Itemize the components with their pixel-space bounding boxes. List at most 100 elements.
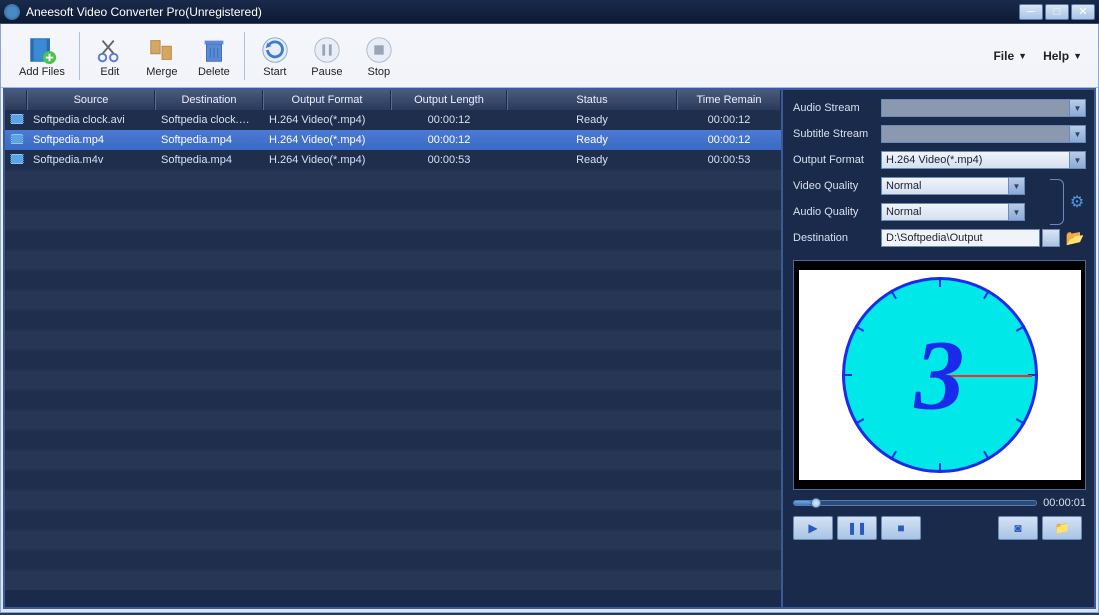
empty-row [5, 190, 781, 210]
empty-row [5, 270, 781, 290]
cell [5, 154, 27, 167]
start-button[interactable]: Start [249, 32, 301, 80]
play-button[interactable]: ▶ [793, 516, 833, 540]
add-files-label: Add Files [19, 66, 65, 78]
subtitle-stream-combo[interactable]: ▼ [881, 125, 1086, 143]
gear-icon[interactable]: ⚙ [1068, 193, 1086, 211]
table-row[interactable]: Softpedia clock.aviSoftpedia clock.mp4H.… [5, 110, 781, 130]
preview-controls: ▶ ❚❚ ■ ◙ 📁 [793, 516, 1086, 540]
empty-row [5, 310, 781, 330]
seek-track[interactable] [793, 500, 1037, 506]
chevron-down-icon: ▼ [1008, 204, 1024, 220]
cell: H.264 Video(*.mp4) [263, 134, 391, 146]
empty-row [5, 370, 781, 390]
audio-quality-combo[interactable]: Normal▼ [881, 203, 1025, 221]
chevron-down-icon: ▼ [1008, 178, 1024, 194]
app-icon [4, 4, 20, 20]
col-source[interactable]: Source [27, 90, 155, 110]
preview-stop-button[interactable]: ■ [881, 516, 921, 540]
film-icon [11, 154, 23, 164]
col-output-format[interactable]: Output Format [263, 90, 391, 110]
video-quality-label: Video Quality [793, 180, 881, 192]
cell: 00:00:53 [677, 154, 781, 166]
snapshot-button[interactable]: ◙ [998, 516, 1038, 540]
empty-row [5, 330, 781, 350]
film-icon [11, 134, 23, 144]
delete-label: Delete [198, 66, 230, 78]
empty-row [5, 430, 781, 450]
col-checkbox[interactable] [5, 90, 27, 110]
empty-row [5, 170, 781, 190]
caret-down-icon: ▼ [1018, 51, 1027, 61]
file-list-pane: Source Destination Output Format Output … [5, 90, 781, 607]
open-folder-button[interactable]: 📂 [1064, 229, 1086, 247]
cell: H.264 Video(*.mp4) [263, 154, 391, 166]
browse-button[interactable]: … [1042, 229, 1060, 247]
col-status[interactable]: Status [507, 90, 677, 110]
seek-thumb[interactable] [811, 498, 821, 508]
cell: Ready [507, 114, 677, 126]
edit-button[interactable]: Edit [84, 32, 136, 80]
empty-row [5, 450, 781, 470]
empty-row [5, 570, 781, 590]
destination-field[interactable]: D:\Softpedia\Output [881, 229, 1040, 247]
col-output-length[interactable]: Output Length [391, 90, 507, 110]
table-row[interactable]: Softpedia.mp4Softpedia.mp4H.264 Video(*.… [5, 130, 781, 150]
empty-row [5, 530, 781, 550]
merge-label: Merge [146, 66, 177, 78]
stop-button[interactable]: Stop [353, 32, 405, 80]
empty-row [5, 470, 781, 490]
table-header: Source Destination Output Format Output … [5, 90, 781, 110]
merge-button[interactable]: Merge [136, 32, 188, 80]
subtitle-stream-label: Subtitle Stream [793, 128, 881, 140]
scissors-icon [94, 34, 126, 66]
col-time-remain[interactable]: Time Remain [677, 90, 781, 110]
pause-button[interactable]: Pause [301, 32, 353, 80]
preview-area: 3 [793, 260, 1086, 490]
video-quality-combo[interactable]: Normal▼ [881, 177, 1025, 195]
preview-pause-button[interactable]: ❚❚ [837, 516, 877, 540]
file-menu[interactable]: File▼ [985, 45, 1035, 67]
pause-icon [311, 34, 343, 66]
cell: Softpedia.m4v [27, 154, 155, 166]
toolbar: Add Files Edit Merge Delete Start Pause … [1, 24, 1098, 88]
seek-fill [794, 501, 811, 505]
seek-time: 00:00:01 [1043, 497, 1086, 509]
minimize-button[interactable]: ─ [1019, 4, 1043, 20]
empty-row [5, 250, 781, 270]
empty-row [5, 350, 781, 370]
open-snapshot-folder-button[interactable]: 📁 [1042, 516, 1082, 540]
table-row[interactable]: Softpedia.m4vSoftpedia.mp4H.264 Video(*.… [5, 150, 781, 170]
maximize-button[interactable]: □ [1045, 4, 1069, 20]
empty-row [5, 410, 781, 430]
window-title: Aneesoft Video Converter Pro(Unregistere… [26, 5, 1017, 19]
cell: 00:00:53 [391, 154, 507, 166]
empty-row [5, 210, 781, 230]
chevron-down-icon: ▼ [1069, 152, 1085, 168]
stop-icon [363, 34, 395, 66]
cell: 00:00:12 [677, 114, 781, 126]
output-format-combo[interactable]: H.264 Video(*.mp4)▼ [881, 151, 1086, 169]
cell: Softpedia.mp4 [155, 154, 263, 166]
cell [5, 134, 27, 147]
col-destination[interactable]: Destination [155, 90, 263, 110]
delete-button[interactable]: Delete [188, 32, 240, 80]
add-files-button[interactable]: Add Files [9, 32, 75, 80]
start-icon [259, 34, 291, 66]
film-add-icon [26, 34, 58, 66]
window-chrome: Add Files Edit Merge Delete Start Pause … [0, 24, 1099, 613]
cell: Softpedia.mp4 [155, 134, 263, 146]
clock-graphic: 3 [842, 277, 1038, 473]
audio-quality-label: Audio Quality [793, 206, 881, 218]
close-button[interactable]: ✕ [1071, 4, 1095, 20]
audio-stream-combo[interactable]: ▼ [881, 99, 1086, 117]
help-menu[interactable]: Help▼ [1035, 45, 1090, 67]
empty-row [5, 290, 781, 310]
merge-icon [146, 34, 178, 66]
quality-bracket [1050, 179, 1064, 225]
cell: Ready [507, 154, 677, 166]
cell: 00:00:12 [391, 134, 507, 146]
pause-label: Pause [311, 66, 342, 78]
separator [244, 32, 245, 80]
cell [5, 114, 27, 127]
